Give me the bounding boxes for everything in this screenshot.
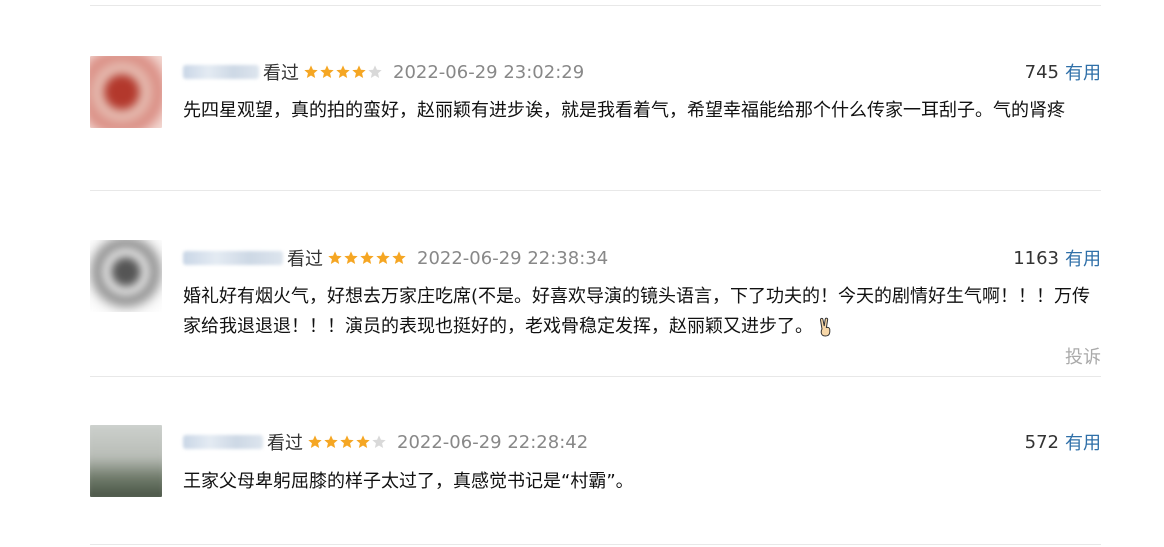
rating-stars [303, 64, 383, 80]
username[interactable] [183, 435, 263, 449]
avatar[interactable] [90, 240, 162, 312]
rating-stars [307, 434, 387, 450]
star-filled-icon [327, 250, 343, 266]
star-filled-icon [335, 64, 351, 80]
star-filled-icon [343, 250, 359, 266]
review-time[interactable]: 2022-06-29 23:02:29 [393, 62, 584, 83]
star-filled-icon [391, 250, 407, 266]
avatar[interactable] [90, 425, 162, 497]
victory-hand-icon [817, 317, 833, 337]
star-filled-icon [307, 434, 323, 450]
review-time[interactable]: 2022-06-29 22:38:34 [417, 248, 608, 269]
vote-count: 572 [1024, 431, 1059, 453]
rating-stars [327, 250, 407, 266]
useful-button[interactable]: 有用 [1065, 59, 1101, 85]
vote-area: 1163 有用 [1013, 245, 1101, 271]
review-meta: 看过 2022-06-29 23:02:29 [183, 59, 584, 85]
star-filled-icon [351, 64, 367, 80]
star-filled-icon [303, 64, 319, 80]
username[interactable] [183, 65, 259, 79]
star-filled-icon [375, 250, 391, 266]
vote-area: 572 有用 [1025, 429, 1101, 455]
divider-bottom [90, 544, 1101, 545]
username[interactable] [183, 251, 283, 265]
review-content: 婚礼好有烟火气，好想去万家庄吃席(不是。好喜欢导演的镜头语言，下了功夫的！今天的… [183, 282, 1098, 342]
star-empty-icon [371, 434, 387, 450]
review-time[interactable]: 2022-06-29 22:28:42 [397, 432, 588, 453]
watched-label: 看过 [267, 433, 303, 454]
review-meta: 看过 2022-06-29 22:28:42 [183, 429, 588, 455]
star-filled-icon [319, 64, 335, 80]
review-content: 先四星观望，真的拍的蛮好，赵丽颖有进步诶，就是我看着气，希望幸福能给那个什么传家… [183, 100, 1065, 121]
useful-button[interactable]: 有用 [1065, 245, 1101, 271]
review-text: 婚礼好有烟火气，好想去万家庄吃席(不是。好喜欢导演的镜头语言，下了功夫的！今天的… [183, 286, 1091, 337]
star-filled-icon [339, 434, 355, 450]
vote-count: 745 [1024, 61, 1059, 83]
report-button[interactable]: 投诉 [1065, 343, 1101, 369]
avatar[interactable] [90, 56, 162, 128]
star-empty-icon [367, 64, 383, 80]
vote-count: 1163 [1013, 247, 1059, 269]
review-content: 王家父母卑躬屈膝的样子太过了，真感觉书记是“村霸”。 [183, 471, 634, 492]
watched-label: 看过 [287, 249, 323, 270]
useful-button[interactable]: 有用 [1065, 429, 1101, 455]
star-filled-icon [323, 434, 339, 450]
divider-1 [90, 190, 1101, 191]
star-filled-icon [355, 434, 371, 450]
divider-2 [90, 376, 1101, 377]
vote-area: 745 有用 [1025, 59, 1101, 85]
divider-top [90, 5, 1101, 6]
review-meta: 看过 2022-06-29 22:38:34 [183, 245, 608, 271]
watched-label: 看过 [263, 63, 299, 84]
star-filled-icon [359, 250, 375, 266]
